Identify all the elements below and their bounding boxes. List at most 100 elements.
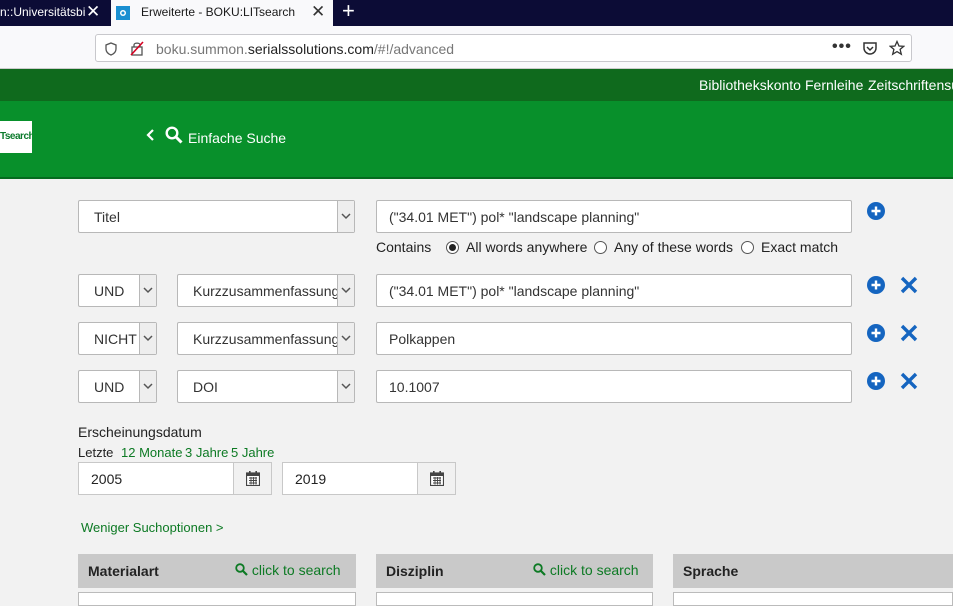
search-icon: [533, 563, 546, 576]
radio-any-words[interactable]: [594, 241, 607, 254]
contains-label: Contains: [376, 239, 432, 255]
query-input-value: Polkappen: [389, 331, 456, 347]
query-input-3[interactable]: Polkappen: [376, 322, 852, 355]
new-tab-icon[interactable]: +: [342, 0, 355, 24]
operator-select-value: UND: [94, 379, 125, 395]
facet-title: Sprache: [683, 563, 739, 579]
date-from-value: 2005: [91, 471, 123, 487]
date-to-calendar-button[interactable]: [418, 462, 456, 495]
operator-select-value: UND: [94, 283, 125, 299]
remove-row-icon[interactable]: [900, 276, 918, 294]
facet-disziplin: Disziplin click to search: [376, 554, 653, 588]
search-icon: [165, 126, 183, 144]
operator-select-2[interactable]: UND: [78, 274, 157, 307]
operator-select-4[interactable]: UND: [78, 370, 157, 403]
tab-title: n::Universitätsbi: [0, 5, 86, 19]
field-select-value: Kurzzusammenfassung: [193, 331, 340, 347]
date-heading: Erscheinungsdatum: [78, 424, 202, 440]
date-from-calendar-button[interactable]: [234, 462, 272, 495]
pocket-icon[interactable]: [862, 41, 878, 56]
browser-tab-inactive[interactable]: n::Universitätsbi ✕: [0, 0, 110, 26]
chevron-left-icon: [146, 129, 154, 141]
facet-click-to-search[interactable]: click to search: [235, 562, 341, 578]
tracking-shield-icon[interactable]: [105, 42, 117, 56]
chevron-down-icon: [139, 275, 156, 306]
field-select-3[interactable]: Kurzzusammenfassung: [177, 322, 355, 355]
field-select-value: Kurzzusammenfassung: [193, 283, 340, 299]
chevron-down-icon: [337, 201, 354, 232]
nav-link-fernleihe[interactable]: Fernleihe: [805, 77, 863, 93]
date-last-label: Letzte: [78, 445, 114, 460]
add-row-icon[interactable]: [867, 324, 885, 342]
facet-click-to-search-label: click to search: [251, 562, 341, 578]
browser-tab-active[interactable]: Erweiterte - BOKU:LITsearch ✕: [111, 0, 333, 26]
url-domain: serialssolutions.com: [247, 41, 374, 57]
url-prefix: boku.summon.: [156, 41, 248, 57]
chevron-down-icon: [139, 371, 156, 402]
radio-all-words[interactable]: [446, 241, 459, 254]
radio-exact-match[interactable]: [741, 241, 754, 254]
facet-click-to-search[interactable]: click to search: [533, 562, 639, 578]
query-input-1[interactable]: ("34.01 MET") pol* "landscape planning": [376, 200, 852, 233]
radio-any-words-label[interactable]: Any of these words: [614, 239, 733, 255]
bookmark-star-icon[interactable]: [889, 40, 905, 56]
site-favicon-icon: [116, 6, 130, 20]
calendar-icon: [430, 471, 444, 486]
remove-row-icon[interactable]: [900, 372, 918, 390]
facet-title: Disziplin: [386, 563, 444, 579]
radio-exact-match-label[interactable]: Exact match: [761, 239, 838, 255]
site-logo[interactable]: Tsearch: [0, 121, 32, 153]
add-row-icon[interactable]: [867, 372, 885, 390]
nav-link-zeitschriftensuche[interactable]: Zeitschriftensu: [868, 77, 953, 93]
date-link-12-months[interactable]: 12 Monate: [121, 445, 182, 460]
insecure-lock-icon[interactable]: [130, 41, 144, 56]
site-header: Tsearch Einfache Suche: [0, 101, 953, 179]
field-select-value: DOI: [193, 379, 218, 395]
facet-title: Materialart: [88, 563, 159, 579]
site-top-nav: Bibliothekskonto Fernleihe Zeitschriften…: [0, 69, 953, 101]
page-actions-menu-icon[interactable]: •••: [832, 38, 852, 56]
remove-row-icon[interactable]: [900, 324, 918, 342]
add-row-icon[interactable]: [867, 202, 885, 220]
date-from-input[interactable]: 2005: [78, 462, 234, 495]
facet-click-to-search-label: click to search: [549, 562, 639, 578]
field-select-2[interactable]: Kurzzusammenfassung: [177, 274, 355, 307]
chevron-down-icon: [337, 323, 354, 354]
browser-tab-strip: n::Universitätsbi ✕ Erweiterte - BOKU:LI…: [0, 0, 953, 26]
url-text: boku.summon.serialssolutions.com/#!/adva…: [156, 41, 454, 57]
date-to-value: 2019: [295, 471, 327, 487]
date-link-5-years[interactable]: 5 Jahre: [231, 445, 274, 460]
search-icon: [235, 563, 248, 576]
date-link-3-years[interactable]: 3 Jahre: [185, 445, 228, 460]
facet-sprache: Sprache: [673, 554, 953, 588]
facet-materialart-list[interactable]: [78, 592, 356, 606]
operator-select-value: NICHT: [94, 331, 137, 347]
chevron-down-icon: [337, 275, 354, 306]
facet-materialart: Materialart click to search: [78, 554, 356, 588]
field-select-4[interactable]: DOI: [177, 370, 355, 403]
query-input-value: 10.1007: [389, 379, 440, 395]
url-bar[interactable]: boku.summon.serialssolutions.com/#!/adva…: [95, 34, 912, 62]
field-select-value: Titel: [94, 209, 120, 225]
chevron-down-icon: [337, 371, 354, 402]
tab-title: Erweiterte - BOKU:LITsearch: [141, 5, 296, 19]
field-select-1[interactable]: Titel: [78, 200, 355, 233]
less-search-options-link[interactable]: Weniger Suchoptionen >: [81, 520, 224, 535]
nav-link-bibliothekskonto[interactable]: Bibliothekskonto: [699, 77, 801, 93]
date-to-input[interactable]: 2019: [282, 462, 418, 495]
query-input-2[interactable]: ("34.01 MET") pol* "landscape planning": [376, 274, 852, 307]
facet-disziplin-list[interactable]: [376, 592, 653, 606]
query-input-4[interactable]: 10.1007: [376, 370, 852, 403]
browser-navbar: boku.summon.serialssolutions.com/#!/adva…: [0, 26, 953, 69]
operator-select-3[interactable]: NICHT: [78, 322, 157, 355]
calendar-icon: [246, 471, 260, 486]
close-tab-icon[interactable]: ✕: [311, 0, 325, 24]
simple-search-label: Einfache Suche: [188, 130, 287, 146]
query-input-value: ("34.01 MET") pol* "landscape planning": [389, 283, 640, 299]
query-input-value: ("34.01 MET") pol* "landscape planning": [389, 209, 640, 225]
close-tab-icon[interactable]: ✕: [86, 0, 100, 24]
radio-all-words-label[interactable]: All words anywhere: [466, 239, 587, 255]
facet-sprache-list[interactable]: [673, 592, 953, 606]
add-row-icon[interactable]: [867, 276, 885, 294]
chevron-down-icon: [139, 323, 156, 354]
